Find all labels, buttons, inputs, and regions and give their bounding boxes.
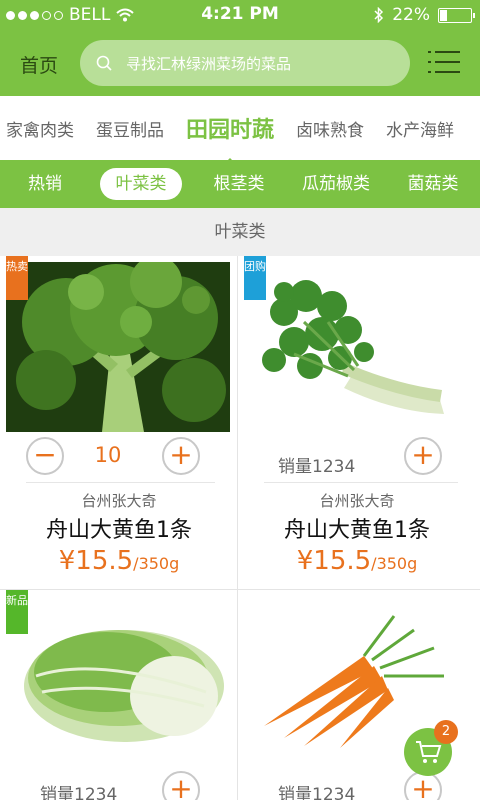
product-price: ¥15.5/350g	[0, 546, 237, 576]
search-input[interactable]: 寻找汇林绿洲菜场的菜品	[80, 40, 410, 86]
product-origin: 台州张大奇	[319, 492, 395, 510]
product-card[interactable]: 热卖 − 10 + 台州张大奇 舟山大黄鱼1条 ¥15.5/350g	[0, 256, 238, 590]
product-origin: 台州张大奇	[81, 492, 157, 510]
price-unit: /350g	[371, 554, 418, 573]
increase-button[interactable]: +	[162, 437, 200, 475]
sales-count: 销量1234	[278, 457, 356, 477]
tab-category[interactable]: 蛋豆制品	[96, 116, 164, 141]
subcategory-tabs: 热销 叶菜类 根茎类 瓜茄椒类 菌菇类	[0, 160, 480, 208]
minus-icon: −	[33, 438, 57, 471]
plus-icon: +	[411, 438, 435, 471]
chinese-cabbage-image	[6, 596, 230, 766]
product-card[interactable]: 团购 销量1234 + 台州张大奇 舟山大黄鱼1条 ¥15.5/350g	[238, 256, 480, 590]
tab-category[interactable]: 水产海鲜	[386, 116, 454, 141]
price-value: ¥15.5	[296, 546, 372, 576]
divider	[26, 482, 215, 483]
cart-icon	[416, 741, 442, 763]
bluetooth-icon	[374, 7, 384, 23]
category-tabs: 家禽肉类 蛋豆制品 田园时蔬 卤味熟食 水产海鲜	[0, 96, 480, 160]
add-to-cart-button[interactable]: +	[162, 771, 200, 800]
subtab[interactable]: 热销	[18, 168, 72, 200]
broccoli-image	[6, 262, 230, 432]
sales-count: 销量1234	[40, 785, 118, 800]
status-bar: BELL 4:21 PM 22%	[0, 0, 480, 30]
plus-icon: +	[169, 772, 193, 800]
plus-icon: +	[169, 438, 193, 471]
section-title: 叶菜类	[0, 208, 480, 256]
tab-category[interactable]: 家禽肉类	[6, 116, 74, 141]
cart-count-badge: 2	[434, 720, 458, 744]
group-buy-badge: 团购	[244, 256, 266, 300]
subtab-active[interactable]: 叶菜类	[100, 168, 182, 200]
product-price: ¥15.5/350g	[238, 546, 476, 576]
tab-category[interactable]: 卤味熟食	[296, 116, 364, 141]
add-to-cart-button[interactable]: +	[404, 437, 442, 475]
product-card[interactable]: 新品 销量1234 +	[0, 590, 238, 800]
divider	[264, 482, 458, 483]
search-icon	[96, 55, 112, 71]
subtab[interactable]: 瓜茄椒类	[294, 168, 378, 200]
price-unit: /350g	[133, 554, 180, 573]
decrease-button[interactable]: −	[26, 437, 64, 475]
celery-image	[244, 262, 468, 432]
battery-label: 22%	[392, 5, 430, 25]
plus-icon: +	[411, 772, 435, 800]
price-value: ¥15.5	[58, 546, 134, 576]
battery-icon	[438, 7, 475, 23]
search-placeholder: 寻找汇林绿洲菜场的菜品	[126, 54, 292, 73]
quantity-value: 10	[94, 443, 122, 467]
header: 首页 寻找汇林绿洲菜场的菜品	[0, 30, 480, 96]
product-name: 舟山大黄鱼1条	[46, 518, 192, 543]
home-link[interactable]: 首页	[20, 51, 58, 78]
product-name: 舟山大黄鱼1条	[284, 518, 430, 543]
subtab[interactable]: 菌菇类	[398, 168, 468, 200]
hot-badge: 热卖	[6, 256, 28, 300]
sales-count: 销量1234	[278, 785, 356, 800]
quantity-stepper: − 10 +	[26, 437, 214, 477]
tab-category-active[interactable]: 田园时蔬	[186, 112, 274, 160]
subtab[interactable]: 根茎类	[204, 168, 274, 200]
new-badge: 新品	[6, 590, 28, 634]
menu-button[interactable]	[428, 49, 460, 75]
product-grid: 热卖 − 10 + 台州张大奇 舟山大黄鱼1条 ¥15.5/350g 团购 销量…	[0, 256, 480, 800]
